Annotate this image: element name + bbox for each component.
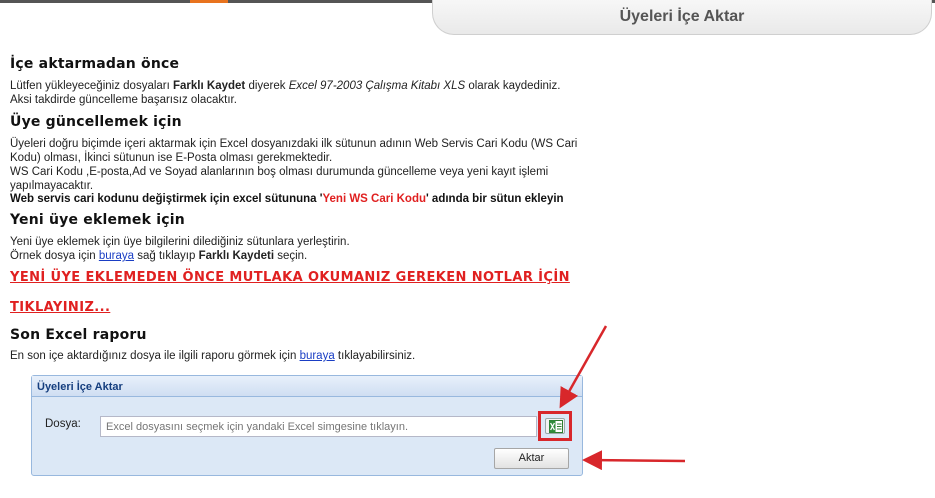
update-text-1: Üyeleri doğru biçimde içeri aktarmak içi… — [10, 138, 578, 164]
arrow-to-import-button — [582, 450, 686, 471]
new-member-text-2: Örnek dosya için buraya sağ tıklayıp Far… — [10, 250, 308, 262]
heading-update-member: Üye güncellemek için — [10, 114, 182, 130]
file-path-input[interactable] — [100, 416, 537, 437]
heading-new-member: Yeni üye eklemek için — [10, 212, 185, 228]
excel-button-highlight — [538, 411, 572, 441]
last-report-link[interactable]: buraya — [300, 350, 335, 362]
heading-last-report: Son Excel raporu — [10, 327, 147, 343]
file-label: Dosya: — [45, 418, 81, 430]
last-report-text: En son içe aktardığınız dosya ile ilgili… — [10, 350, 416, 362]
sample-file-link[interactable]: buraya — [99, 250, 134, 262]
warning-notes-link[interactable]: YENİ ÜYE EKLEMEDEN ÖNCE MUTLAKA OKUMANIZ… — [10, 270, 570, 285]
excel-file-icon — [549, 420, 563, 433]
update-text-2: WS Cari Kodu ,E-posta,Ad ve Soyad alanla… — [10, 166, 549, 192]
page-title: Üyeleri İçe Aktar — [619, 8, 745, 25]
update-text-3: Web servis cari kodunu değiştirmek için … — [10, 193, 564, 205]
before-import-text: Lütfen yükleyeceğiniz dosyaları Farklı K… — [10, 80, 561, 106]
heading-before-import: İçe aktarmadan önce — [10, 56, 180, 72]
warning-notes-link-continued[interactable]: TIKLAYINIZ... — [10, 300, 110, 315]
import-panel-title: Üyeleri İçe Aktar — [32, 376, 582, 397]
import-button[interactable]: Aktar — [494, 448, 569, 469]
page-title-tab: Üyeleri İçe Aktar — [432, 0, 932, 35]
new-member-text-1: Yeni üye eklemek için üye bilgilerini di… — [10, 236, 350, 248]
top-bar-active-indicator — [190, 0, 228, 3]
excel-select-button[interactable] — [545, 418, 565, 434]
import-panel: Üyeleri İçe Aktar Dosya: Aktar — [31, 375, 583, 476]
